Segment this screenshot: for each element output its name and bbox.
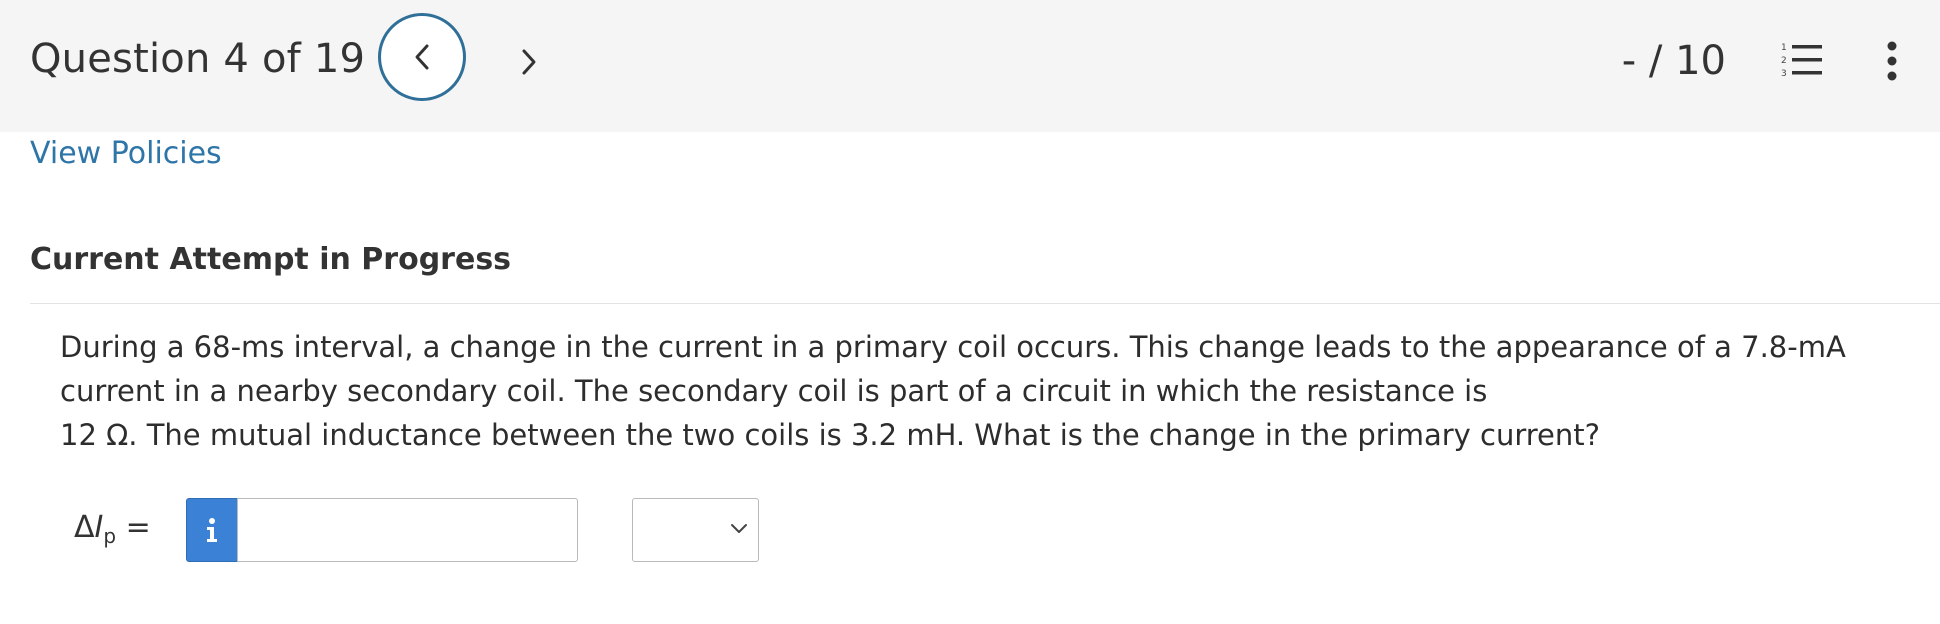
attempt-status-heading: Current Attempt in Progress xyxy=(30,242,512,277)
numbered-list-icon: 1 2 3 xyxy=(1781,43,1822,79)
svg-text:3: 3 xyxy=(1781,69,1787,79)
question-text-line: 12 Ω. The mutual inductance between the … xyxy=(60,418,1601,452)
section-divider xyxy=(30,303,1940,304)
view-policies-link[interactable]: View Policies xyxy=(30,136,222,171)
previous-question-button[interactable] xyxy=(378,13,466,101)
unit-select[interactable] xyxy=(632,498,759,562)
chevron-right-icon xyxy=(522,49,536,75)
question-text-line: During a 68-ms interval, a change in the… xyxy=(60,330,1846,408)
info-icon xyxy=(207,518,217,542)
question-text: During a 68-ms interval, a change in the… xyxy=(60,325,1920,457)
chevron-down-icon xyxy=(731,524,747,533)
info-button[interactable] xyxy=(186,498,238,562)
answer-label-delta: Δ xyxy=(74,510,95,545)
svg-text:2: 2 xyxy=(1781,56,1787,66)
more-vertical-icon xyxy=(1887,41,1897,81)
next-question-button[interactable] xyxy=(505,38,553,86)
question-header: Question 4 of 19 - / 10 1 2 3 xyxy=(0,0,1940,132)
question-list-button[interactable]: 1 2 3 xyxy=(1780,40,1826,80)
svg-text:1: 1 xyxy=(1781,43,1787,53)
answer-input[interactable] xyxy=(237,498,578,562)
chevron-left-icon xyxy=(415,44,429,70)
answer-label: ΔIp = xyxy=(74,510,151,548)
more-options-button[interactable] xyxy=(1882,40,1902,82)
question-counter: Question 4 of 19 xyxy=(30,36,366,82)
score-display: - / 10 xyxy=(1621,38,1726,84)
answer-label-subscript: p xyxy=(103,524,117,548)
answer-label-equals: = xyxy=(116,510,151,545)
